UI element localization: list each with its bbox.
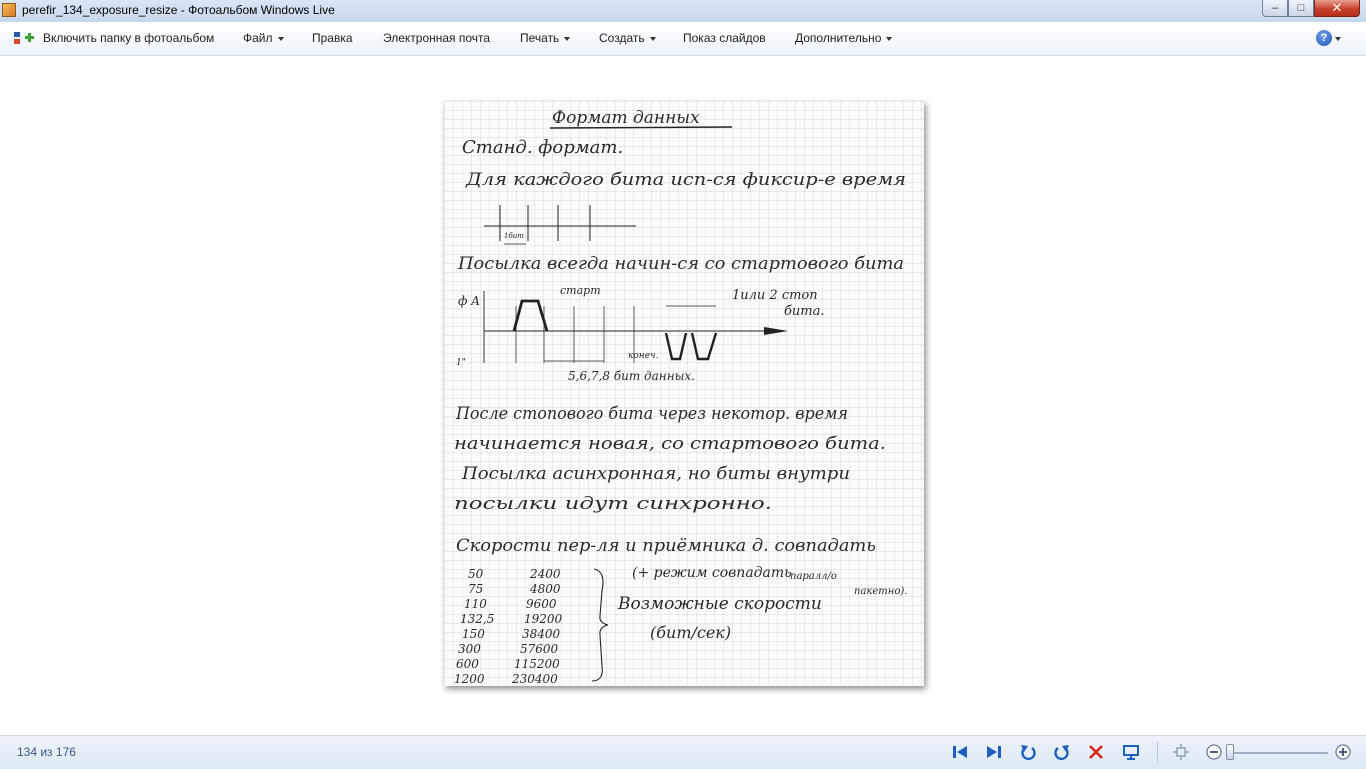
chevron-down-icon — [886, 36, 893, 41]
bit-label: 1бит — [504, 232, 524, 240]
stop-label: 1или 2 стоп — [732, 288, 818, 303]
include-folder-button[interactable]: Включить папку в фотоальбом — [43, 31, 214, 45]
speed-right-5: 38400 — [522, 627, 561, 641]
next-icon — [987, 746, 1001, 758]
speed-right-2: 4800 — [529, 582, 561, 596]
signal-axis-label: ф A — [458, 294, 480, 308]
zoom-in-button[interactable] — [1334, 743, 1352, 761]
create-menu[interactable]: Создать — [599, 31, 656, 45]
file-menu-label: Файл — [243, 31, 273, 45]
help-icon[interactable]: ? — [1316, 30, 1332, 46]
photo-viewer[interactable]: Формат данных Станд. формат. Для каждого… — [0, 56, 1366, 735]
create-menu-label: Создать — [599, 31, 645, 45]
rotate-right-icon — [1054, 745, 1069, 760]
speed-left-4: 132,5 — [460, 612, 494, 626]
chevron-down-icon — [277, 36, 284, 41]
photo-counter: 134 из 176 — [17, 745, 76, 759]
note-1: (+ режим совпадать — [632, 565, 792, 581]
note-2: Возможные скорости — [617, 594, 822, 614]
rotate-left-icon — [1021, 745, 1036, 760]
handwritten-notes: Формат данных Станд. формат. Для каждого… — [454, 108, 907, 686]
chevron-down-icon — [564, 36, 571, 41]
speed-right-6: 57600 — [520, 642, 559, 656]
delete-button[interactable] — [1087, 743, 1105, 761]
include-folder-icon — [14, 32, 34, 44]
zoom-slider-thumb[interactable] — [1226, 744, 1234, 760]
zoom-in-icon — [1335, 744, 1351, 760]
next-button[interactable] — [985, 743, 1003, 761]
delete-icon — [1089, 745, 1103, 759]
app-icon — [2, 3, 16, 17]
extras-menu[interactable]: Дополнительно — [795, 31, 893, 45]
photo: Формат данных Станд. формат. Для каждого… — [444, 101, 924, 686]
maximize-button[interactable]: □ — [1288, 0, 1314, 17]
speed-brace — [591, 568, 609, 682]
end-label: конеч. — [628, 351, 659, 361]
speed-table: 50 75 110 132,5 150 300 600 1200 2400 48… — [454, 567, 563, 686]
heading-underline — [549, 126, 733, 129]
data-bits-label: 5,6,7,8 бит данных. — [568, 369, 695, 383]
notes-paragraph-3: Посылка асинхронная, но биты внутри — [461, 464, 850, 484]
speed-left-8: 1200 — [454, 672, 485, 686]
edit-menu[interactable]: Правка — [312, 31, 353, 45]
notes-paragraph-5: Скорости пер-ля и приёмника д. совпадать — [456, 536, 876, 556]
menu-bar: Включить папку в фотоальбом Файл Правка … — [0, 22, 1366, 56]
speed-left-1: 50 — [468, 567, 484, 581]
actual-size-button[interactable] — [1172, 743, 1190, 761]
speed-left-3: 110 — [464, 597, 487, 611]
notes-paragraph-2: начинается новая, со стартового бита. — [454, 434, 886, 454]
previous-icon — [953, 746, 967, 758]
actual-size-icon — [1173, 744, 1189, 760]
note-3: (бит/сек) — [650, 623, 731, 642]
help-chevron-down-icon[interactable] — [1335, 37, 1341, 41]
zoom-out-button[interactable] — [1205, 743, 1223, 761]
start-label: старт — [560, 284, 601, 297]
stop-label-2: бита. — [784, 304, 825, 319]
chevron-down-icon — [649, 36, 656, 41]
speed-right-1: 2400 — [529, 567, 561, 581]
speed-right-8: 230400 — [511, 672, 558, 686]
speed-left-2: 75 — [468, 582, 483, 596]
rotate-right-button[interactable] — [1053, 743, 1071, 761]
print-menu-label: Печать — [520, 31, 560, 45]
zoom-out-icon — [1206, 744, 1222, 760]
notes-paragraph-4: посылки идут синхронно. — [454, 494, 772, 514]
title-bar[interactable]: perefir_134_exposure_resize - Фотоальбом… — [0, 0, 1366, 23]
slideshow-button[interactable] — [1122, 743, 1140, 761]
file-menu[interactable]: Файл — [243, 31, 284, 45]
speed-left-5: 150 — [462, 627, 485, 641]
window-controls: – □ ✕ — [1262, 0, 1360, 18]
extras-menu-label: Дополнительно — [795, 31, 882, 45]
print-menu[interactable]: Печать — [520, 31, 571, 45]
notes-heading: Формат данных — [552, 108, 700, 128]
slideshow-icon — [1123, 745, 1139, 760]
status-bar: 134 из 176 — [0, 735, 1366, 769]
speed-left-7: 600 — [456, 657, 479, 671]
speed-left-6: 300 — [458, 642, 481, 656]
speed-right-7: 115200 — [514, 657, 560, 671]
previous-button[interactable] — [951, 743, 969, 761]
zoom-slider-track[interactable] — [1228, 752, 1328, 754]
notes-line-3: Посылка всегда начин-ся со стартового би… — [457, 254, 904, 274]
zero-level-label: 1" — [456, 358, 466, 368]
close-button[interactable]: ✕ — [1314, 0, 1360, 17]
notes-line-2: Для каждого бита исп-ся фиксир-е время — [465, 170, 906, 190]
speed-right-3: 9600 — [526, 597, 557, 611]
email-menu[interactable]: Электронная почта — [383, 31, 490, 45]
speed-right-4: 19200 — [524, 612, 563, 626]
notes-line-1: Станд. формат. — [462, 137, 623, 158]
rotate-left-button[interactable] — [1019, 743, 1037, 761]
notes-paragraph-1: После стопового бита через некотор. врем… — [455, 404, 848, 424]
slideshow-menu[interactable]: Показ слайдов — [683, 31, 766, 45]
toolbar-divider — [1157, 742, 1158, 762]
note-1b: паралл/о — [790, 571, 837, 582]
window-title: perefir_134_exposure_resize - Фотоальбом… — [22, 3, 335, 17]
minimize-button[interactable]: – — [1262, 0, 1288, 17]
note-1c: пакетно). — [854, 586, 907, 597]
